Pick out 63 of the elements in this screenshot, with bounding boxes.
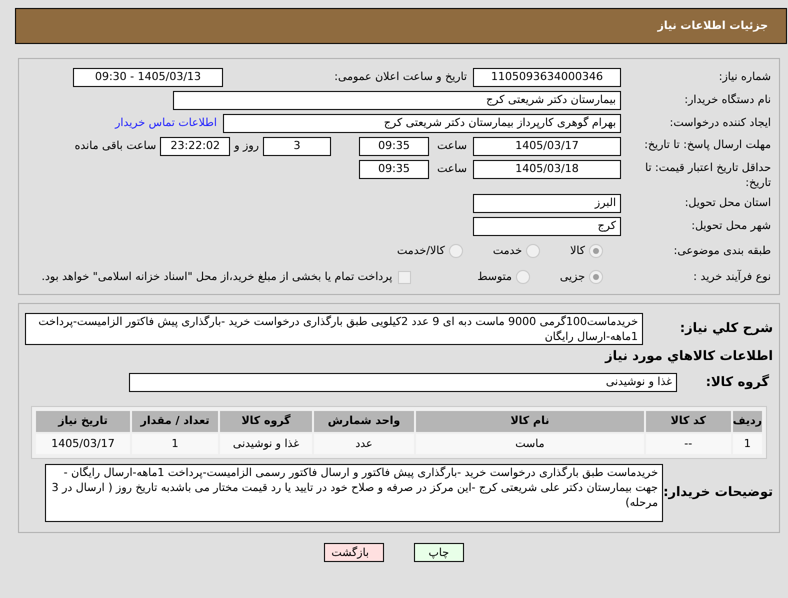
text-field[interactable]: 1405/03/17 bbox=[473, 137, 621, 156]
field-label: تاریخ و ساعت اعلان عمومی: bbox=[333, 69, 468, 86]
text-field[interactable]: 1405/03/13 - 09:30 bbox=[73, 68, 223, 87]
text-field[interactable]: بهرام گوهری کارپرداز بیمارستان دکتر شریعتی کرج bbox=[223, 114, 621, 133]
column-header: تعداد / مقدار bbox=[132, 411, 218, 432]
radio-button[interactable] bbox=[589, 270, 603, 284]
field-label: مهلت ارسال پاسخ: تا تاریخ: bbox=[643, 137, 771, 152]
table-cell: 1405/03/17 bbox=[36, 434, 130, 454]
radio-label: کالا/خدمت bbox=[397, 242, 445, 259]
text-field[interactable]: بیمارستان دکتر شریعتی کرج bbox=[173, 91, 621, 110]
text-field[interactable]: 09:35 bbox=[359, 137, 429, 156]
days-label: روز و bbox=[234, 138, 259, 154]
table-cell: -- bbox=[646, 434, 731, 454]
text-field[interactable]: کرج bbox=[473, 217, 621, 236]
checkbox-label: پرداخت تمام یا بخشی از مبلغ خرید،از محل "اسناد خزانه اسلامی" خواهد بود. bbox=[42, 268, 392, 285]
checkbox[interactable] bbox=[398, 270, 412, 284]
buyer-contact-link[interactable]: اطلاعات تماس خریدار bbox=[115, 115, 217, 132]
radio-button[interactable] bbox=[526, 244, 540, 258]
radio-label: جزیی bbox=[560, 268, 585, 285]
column-header: تاریخ نیاز bbox=[36, 411, 130, 432]
description-textarea[interactable]: خریدماست100گرمی 9000 ماست دبه ای 9 عدد 2کیلویی طبق بارگذاری درخواست خرید -بارگذاری پیش فاکتور الزامیست-پرداخت 1ماهه-ارسال رایگان bbox=[25, 313, 643, 345]
radio-button[interactable] bbox=[516, 270, 530, 284]
radio-label: کالا bbox=[570, 242, 585, 259]
table-cell: غذا و نوشیدنی bbox=[220, 434, 312, 454]
text-field[interactable]: 3 bbox=[263, 137, 331, 156]
radio-button[interactable] bbox=[589, 244, 603, 258]
field-label: شهر محل تحویل: bbox=[690, 218, 771, 234]
field-label: استان محل تحویل: bbox=[684, 195, 771, 212]
section-title: اطلاعات کالاهاي مورد نياز bbox=[604, 348, 773, 366]
field-label: حداقل تاریخ اعتبار قیمت: تا تاریخ: bbox=[644, 160, 771, 190]
field-label: شماره نیاز: bbox=[718, 69, 771, 86]
time-label: ساعت bbox=[436, 138, 468, 154]
text-field[interactable]: 1405/03/18 bbox=[473, 160, 621, 179]
page-title: جزئیات اطلاعات نیاز bbox=[658, 18, 768, 34]
column-header: ردیف bbox=[732, 411, 762, 432]
field-label: طبقه بندی موضوعی: bbox=[672, 242, 771, 259]
field-label: توضیحات خریدار: bbox=[663, 484, 773, 502]
countdown-field[interactable]: 23:22:02 bbox=[160, 137, 230, 156]
table-cell: 1 bbox=[732, 434, 762, 454]
field-label: نوع فرآیند خرید : bbox=[692, 268, 771, 285]
field-label: شرح کلي نياز: bbox=[678, 320, 773, 338]
column-header: واحد شمارش bbox=[314, 411, 414, 432]
field-label: گروه کالا: bbox=[704, 373, 770, 392]
table-cell: 1 bbox=[132, 434, 218, 454]
radio-label: خدمت bbox=[492, 242, 522, 259]
radio-label: متوسط bbox=[477, 268, 512, 285]
field-label: نام دستگاه خریدار: bbox=[683, 92, 771, 108]
table-cell: ماست bbox=[416, 434, 644, 454]
buyer-notes-textarea[interactable]: خریدماست طبق بارگذاری درخواست خرید -بارگذاری پیش فاکتور و ارسال فاکتور رسمی الزامیست-پرداخت 1ماهه-ارسال رایگان - جهت بیمارستان دکتر علی شریعتی کرج -این مرکز در صرفه و صلاح خود در تایید یا رد قیمت مختار می باشدبه تاریخ روز ( ارسال در 3 مرحله) bbox=[45, 464, 663, 522]
back-button[interactable]: بازگشت bbox=[324, 543, 384, 562]
column-header: نام کالا bbox=[416, 411, 644, 432]
text-field[interactable]: 1105093634000346 bbox=[473, 68, 621, 87]
print-button[interactable]: چاپ bbox=[414, 543, 464, 562]
field-label: ایجاد کننده درخواست: bbox=[668, 115, 771, 132]
column-header: کد کالا bbox=[646, 411, 731, 432]
text-field[interactable]: غذا و نوشیدنی bbox=[129, 372, 677, 392]
remaining-label: ساعت باقی مانده bbox=[74, 138, 156, 154]
column-header: گروه کالا bbox=[220, 411, 312, 432]
text-field[interactable]: 09:35 bbox=[359, 160, 429, 179]
time-label: ساعت bbox=[436, 161, 468, 178]
table-cell: عدد bbox=[314, 434, 414, 454]
text-field[interactable]: البرز bbox=[473, 194, 621, 213]
radio-button[interactable] bbox=[448, 244, 463, 258]
